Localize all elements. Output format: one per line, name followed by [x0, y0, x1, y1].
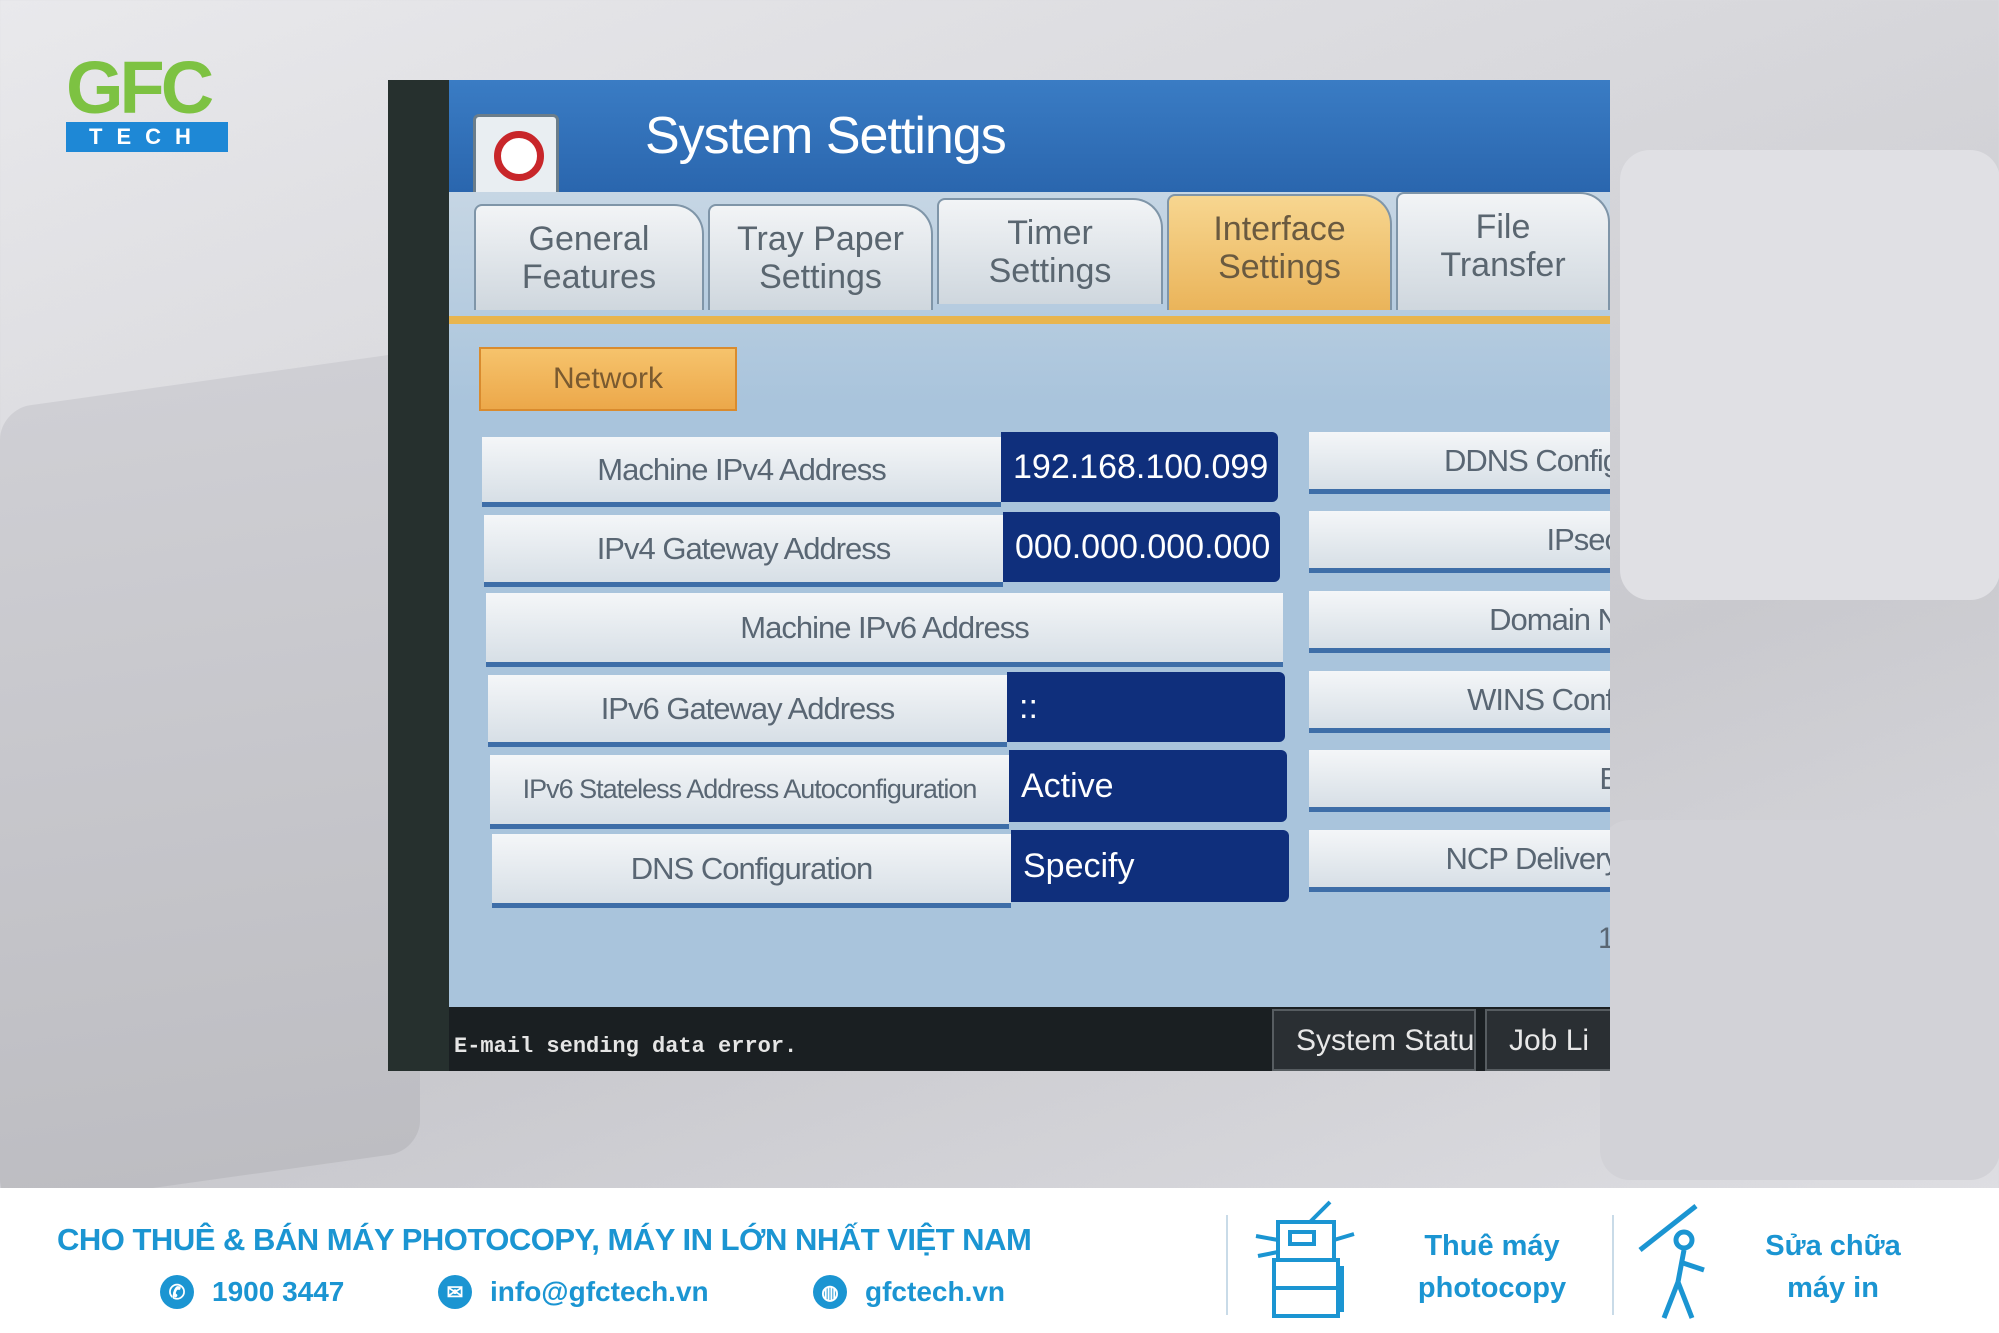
ddns-config-button[interactable]: DDNS Config [1309, 432, 1610, 494]
page-title: System Settings [645, 107, 1007, 165]
email-contact[interactable]: ✉ info@gfctech.vn [438, 1275, 709, 1309]
footer-divider [1612, 1215, 1614, 1315]
tab-label: Interface [1213, 210, 1346, 248]
tab-label: Settings [988, 252, 1112, 290]
machine-ipv4-address-button[interactable]: Machine IPv4 Address [482, 437, 1001, 507]
ipv6-stateless-autoconfig-value: Active [1009, 750, 1287, 822]
globe-icon: ◍ [813, 1275, 847, 1309]
machine-ipv4-value: 192.168.100.099 [1001, 432, 1278, 502]
photocopier-icon [1255, 1200, 1355, 1318]
phone-number: 1900 3447 [212, 1276, 345, 1307]
system-status-button[interactable]: System Status [1272, 1009, 1476, 1071]
page-number: 1 [1598, 922, 1610, 955]
service-label: máy in [1787, 1272, 1879, 1304]
phone-icon: ✆ [160, 1275, 194, 1309]
status-message: E-mail sending data error. [454, 1034, 798, 1059]
email-address: info@gfctech.vn [490, 1276, 709, 1307]
system-settings-clock-icon [473, 114, 559, 198]
logo-sub: TECH [66, 122, 228, 152]
title-bar: System Settings [449, 80, 1610, 198]
copier-touch-screen: System Settings General Features Tray Pap… [388, 80, 1610, 1071]
dns-configuration-button[interactable]: DNS Configuration [492, 834, 1011, 908]
service-rent-photocopy[interactable]: Thuê máy photocopy [1412, 1225, 1572, 1309]
ipv6-gateway-value: :: [1007, 672, 1285, 742]
ipv6-stateless-autoconfig-button[interactable]: IPv6 Stateless Address Autoconfiguration [490, 755, 1009, 829]
website-contact[interactable]: ◍ gfctech.vn [813, 1275, 1005, 1309]
wins-config-button[interactable]: WINS Confi [1309, 671, 1610, 733]
website-url: gfctech.vn [865, 1276, 1006, 1307]
ipv4-gateway-address-button[interactable]: IPv4 Gateway Address [484, 515, 1003, 587]
logo-brand: GFC [66, 46, 214, 129]
ipv4-gateway-value: 000.000.000.000 [1003, 512, 1280, 582]
footer-divider [1226, 1215, 1228, 1315]
machine-ipv6-address-button[interactable]: Machine IPv6 Address [486, 593, 1283, 667]
tab-general-features[interactable]: General Features [474, 204, 704, 310]
tab-label: Settings [759, 258, 882, 296]
network-subtab[interactable]: Network [479, 347, 737, 411]
e-button[interactable]: E [1309, 750, 1610, 812]
active-tab-underline [449, 316, 1610, 324]
job-list-button[interactable]: Job Li [1485, 1009, 1610, 1071]
domain-name-button[interactable]: Domain N [1309, 591, 1610, 653]
tab-label: Features [521, 258, 657, 296]
service-label: Thuê máy [1424, 1230, 1560, 1262]
service-printer-repair[interactable]: Sửa chữa máy in [1753, 1225, 1913, 1309]
tab-file-transfer[interactable]: File Transfer [1396, 192, 1610, 310]
dns-configuration-value: Specify [1011, 830, 1289, 902]
phone-contact[interactable]: ✆ 1900 3447 [160, 1275, 344, 1309]
mail-icon: ✉ [438, 1275, 472, 1309]
tab-label: Settings [1218, 248, 1341, 286]
screen-bezel [388, 80, 449, 1071]
tab-label: General [528, 220, 650, 258]
repair-technician-icon [1638, 1204, 1705, 1319]
service-label: photocopy [1417, 1272, 1567, 1304]
tab-timer-settings[interactable]: Timer Settings [937, 198, 1163, 304]
tab-interface-settings[interactable]: Interface Settings [1167, 194, 1392, 310]
tab-label: Timer [1007, 214, 1093, 252]
footer-headline: CHO THUÊ & BÁN MÁY PHOTOCOPY, MÁY IN LỚN… [57, 1222, 1032, 1257]
ipsec-button[interactable]: IPsec [1309, 511, 1610, 573]
tab-tray-paper-settings[interactable]: Tray Paper Settings [708, 204, 933, 310]
ncp-delivery-button[interactable]: NCP Delivery [1309, 830, 1610, 892]
tab-label: File [1475, 208, 1531, 246]
tab-label: Tray Paper [737, 220, 904, 258]
service-label: Sửa chữa [1765, 1230, 1901, 1262]
tab-label: Transfer [1440, 246, 1566, 284]
ipv6-gateway-address-button[interactable]: IPv6 Gateway Address [488, 675, 1007, 747]
gfc-tech-logo: GFC TECH [66, 48, 236, 153]
